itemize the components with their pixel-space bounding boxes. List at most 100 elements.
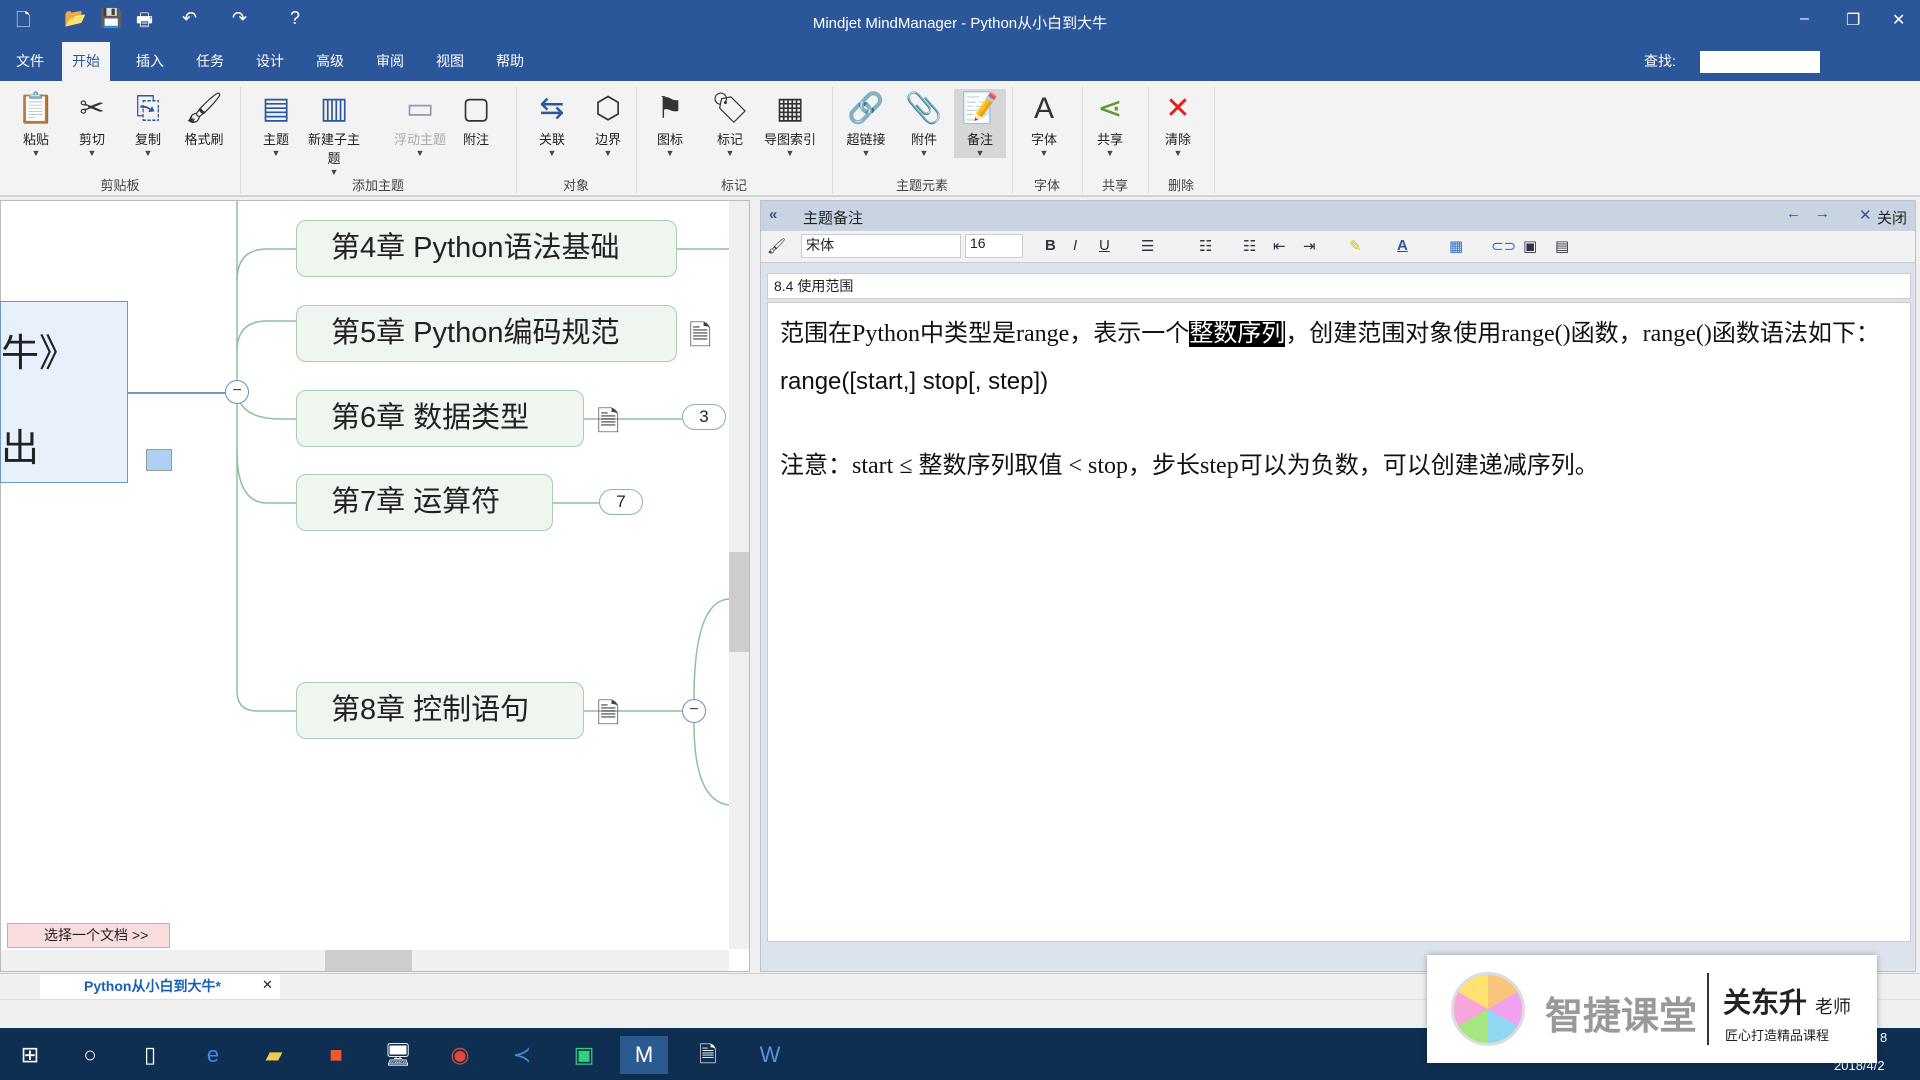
copy-button[interactable]: ⎘ 复制 ▼: [122, 89, 174, 158]
cut-button[interactable]: ✂ 剪切 ▼: [66, 89, 118, 158]
button-label: 备注: [966, 132, 993, 147]
topic-notes-pane: « 主题备注 ← → ✕ 关闭 🖌 宋体 16 B I U ☰ ☷ ☷ ⇤ ⇥ …: [760, 200, 1916, 972]
close-tab-icon[interactable]: ✕: [262, 977, 273, 993]
tab-review[interactable]: 审阅: [366, 42, 414, 81]
tab-file[interactable]: 文件: [6, 42, 54, 81]
windows-start-icon[interactable]: ⊞: [6, 1036, 54, 1074]
chevron-down-icon: ▼: [271, 148, 281, 158]
bold-icon[interactable]: B: [1045, 237, 1056, 254]
selected-text: 整数序列: [1189, 321, 1286, 347]
numbered-list-icon[interactable]: ☷: [1199, 237, 1212, 255]
tab-help[interactable]: 帮助: [486, 42, 534, 81]
edge-icon[interactable]: e: [189, 1036, 237, 1074]
minimize-button[interactable]: –: [1800, 10, 1809, 28]
icons-button[interactable]: ⚑ 图标 ▼: [644, 89, 696, 158]
search-icon[interactable]: ○: [66, 1036, 114, 1074]
note-indicator-icon[interactable]: [146, 449, 172, 471]
format-painter-button[interactable]: 🖌 格式刷: [178, 89, 230, 148]
tab-tasks[interactable]: 任务: [186, 42, 234, 81]
mindmanager-icon[interactable]: M: [620, 1036, 668, 1074]
floating-topic-button[interactable]: ▭ 浮动主题 ▼: [394, 89, 446, 158]
note-icon[interactable]: 🗎: [689, 315, 712, 363]
collapse-button[interactable]: −: [225, 380, 249, 404]
subtopic-count-badge[interactable]: 3: [682, 404, 726, 430]
scrollbar-thumb[interactable]: [729, 552, 749, 652]
tab-insert[interactable]: 插入: [126, 42, 174, 81]
tab-home[interactable]: 开始: [62, 42, 110, 81]
subtopic-count-badge[interactable]: 7: [599, 489, 643, 515]
topic-chapter-7[interactable]: 第7章 运算符: [296, 474, 553, 531]
topic-chapter-6[interactable]: 第6章 数据类型: [296, 390, 584, 447]
tab-design[interactable]: 设计: [246, 42, 294, 81]
note-icon[interactable]: 🗎: [597, 401, 620, 449]
insert-date-icon[interactable]: ▤: [1555, 237, 1569, 255]
paste-button[interactable]: 📋 粘贴 ▼: [10, 89, 62, 158]
notes-button[interactable]: 📝 备注 ▼: [954, 89, 1006, 158]
vertical-scrollbar[interactable]: [729, 201, 749, 949]
central-topic[interactable]: 牛》 出: [0, 301, 128, 483]
new-subtopic-button[interactable]: ▥ 新建子主题 ▼: [308, 89, 360, 177]
document-selector[interactable]: 选择一个文档 >>: [7, 923, 170, 948]
image-icon[interactable]: ▣: [1523, 237, 1537, 255]
slogan: 匠心打造精品课程: [1725, 1028, 1830, 1043]
format-painter-icon[interactable]: 🖌: [767, 237, 786, 255]
note-icon[interactable]: 🗎: [597, 693, 620, 741]
topic-chapter-5[interactable]: 第5章 Python编码规范: [296, 305, 677, 362]
horizontal-scrollbar[interactable]: [1, 950, 729, 971]
hyperlink-button[interactable]: 🔗 超链接 ▼: [840, 89, 892, 158]
chrome-icon[interactable]: ◉: [436, 1036, 484, 1074]
note-title-field[interactable]: 8.4 使用范围: [767, 273, 1911, 299]
italic-icon[interactable]: I: [1073, 237, 1077, 254]
app-icon[interactable]: 🗎: [684, 1036, 732, 1074]
vscode-icon[interactable]: ≺: [498, 1036, 546, 1074]
restore-button[interactable]: ❐: [1846, 10, 1860, 30]
indent-icon[interactable]: ⇥: [1303, 237, 1316, 255]
table-icon[interactable]: ▦: [1449, 237, 1463, 255]
note-editor[interactable]: 范围在Python中类型是range，表示一个整数序列，创建范围对象使用rang…: [767, 302, 1911, 942]
word-icon[interactable]: W: [746, 1036, 794, 1074]
tab-advanced[interactable]: 高级: [306, 42, 354, 81]
document-tab[interactable]: Python从小白到大牛*: [40, 974, 280, 999]
close-button[interactable]: ✕: [1892, 10, 1905, 30]
button-label: 附件: [910, 132, 937, 147]
mind-map-canvas[interactable]: 牛》 出 − 第4章 Python语法基础 第5章 Python编码规范 第6章…: [0, 200, 750, 972]
collapse-pane-icon[interactable]: «: [769, 206, 777, 223]
relationship-button[interactable]: ⇆ 关联 ▼: [526, 89, 578, 158]
button-label: 关联: [538, 132, 565, 147]
font-select[interactable]: 宋体: [801, 234, 961, 258]
highlight-icon[interactable]: ✎: [1349, 237, 1362, 255]
font-size-select[interactable]: 16: [965, 234, 1023, 258]
pycharm-icon[interactable]: ▣: [560, 1036, 608, 1074]
tags-button[interactable]: 🏷 标记 ▼: [704, 89, 756, 158]
bullet-list-icon[interactable]: ☷: [1243, 237, 1256, 255]
map-index-button[interactable]: ▦ 导图索引 ▼: [764, 89, 816, 158]
divider: [1707, 973, 1709, 1045]
outdent-icon[interactable]: ⇤: [1273, 237, 1286, 255]
link-icon[interactable]: ⊂⊃: [1491, 237, 1516, 255]
topic-button[interactable]: ▤ 主题 ▼: [250, 89, 302, 158]
task-view-icon[interactable]: ▯: [126, 1036, 174, 1074]
font-button[interactable]: A 字体 ▼: [1018, 89, 1070, 158]
align-icon[interactable]: ☰: [1141, 237, 1154, 255]
close-notes-button[interactable]: 关闭: [1877, 207, 1907, 228]
attachment-button[interactable]: 📎 附件 ▼: [898, 89, 950, 158]
font-color-icon[interactable]: A: [1397, 237, 1408, 254]
app-icon[interactable]: ■: [312, 1036, 360, 1074]
callout-button[interactable]: ▢ 附注: [450, 89, 502, 148]
scrollbar-thumb[interactable]: [325, 950, 412, 971]
find-input[interactable]: [1700, 51, 1820, 73]
app-icon[interactable]: 🖥: [374, 1036, 422, 1074]
share-button[interactable]: ⋖ 共享 ▼: [1084, 89, 1136, 158]
clear-button[interactable]: ✕ 清除 ▼: [1152, 89, 1204, 158]
tab-view[interactable]: 视图: [426, 42, 474, 81]
underline-icon[interactable]: U: [1099, 237, 1110, 254]
topic-chapter-8[interactable]: 第8章 控制语句: [296, 682, 584, 739]
topic-chapter-4[interactable]: 第4章 Python语法基础: [296, 220, 677, 277]
collapse-button[interactable]: −: [682, 699, 706, 723]
file-explorer-icon[interactable]: ▰: [250, 1036, 298, 1074]
note-paragraph: 范围在Python中类型是range，表示一个整数序列，创建范围对象使用rang…: [780, 317, 1898, 352]
next-icon[interactable]: →: [1815, 205, 1830, 222]
close-icon[interactable]: ✕: [1859, 206, 1872, 224]
previous-icon[interactable]: ←: [1786, 205, 1801, 222]
boundary-button[interactable]: ⬡ 边界 ▼: [582, 89, 634, 158]
